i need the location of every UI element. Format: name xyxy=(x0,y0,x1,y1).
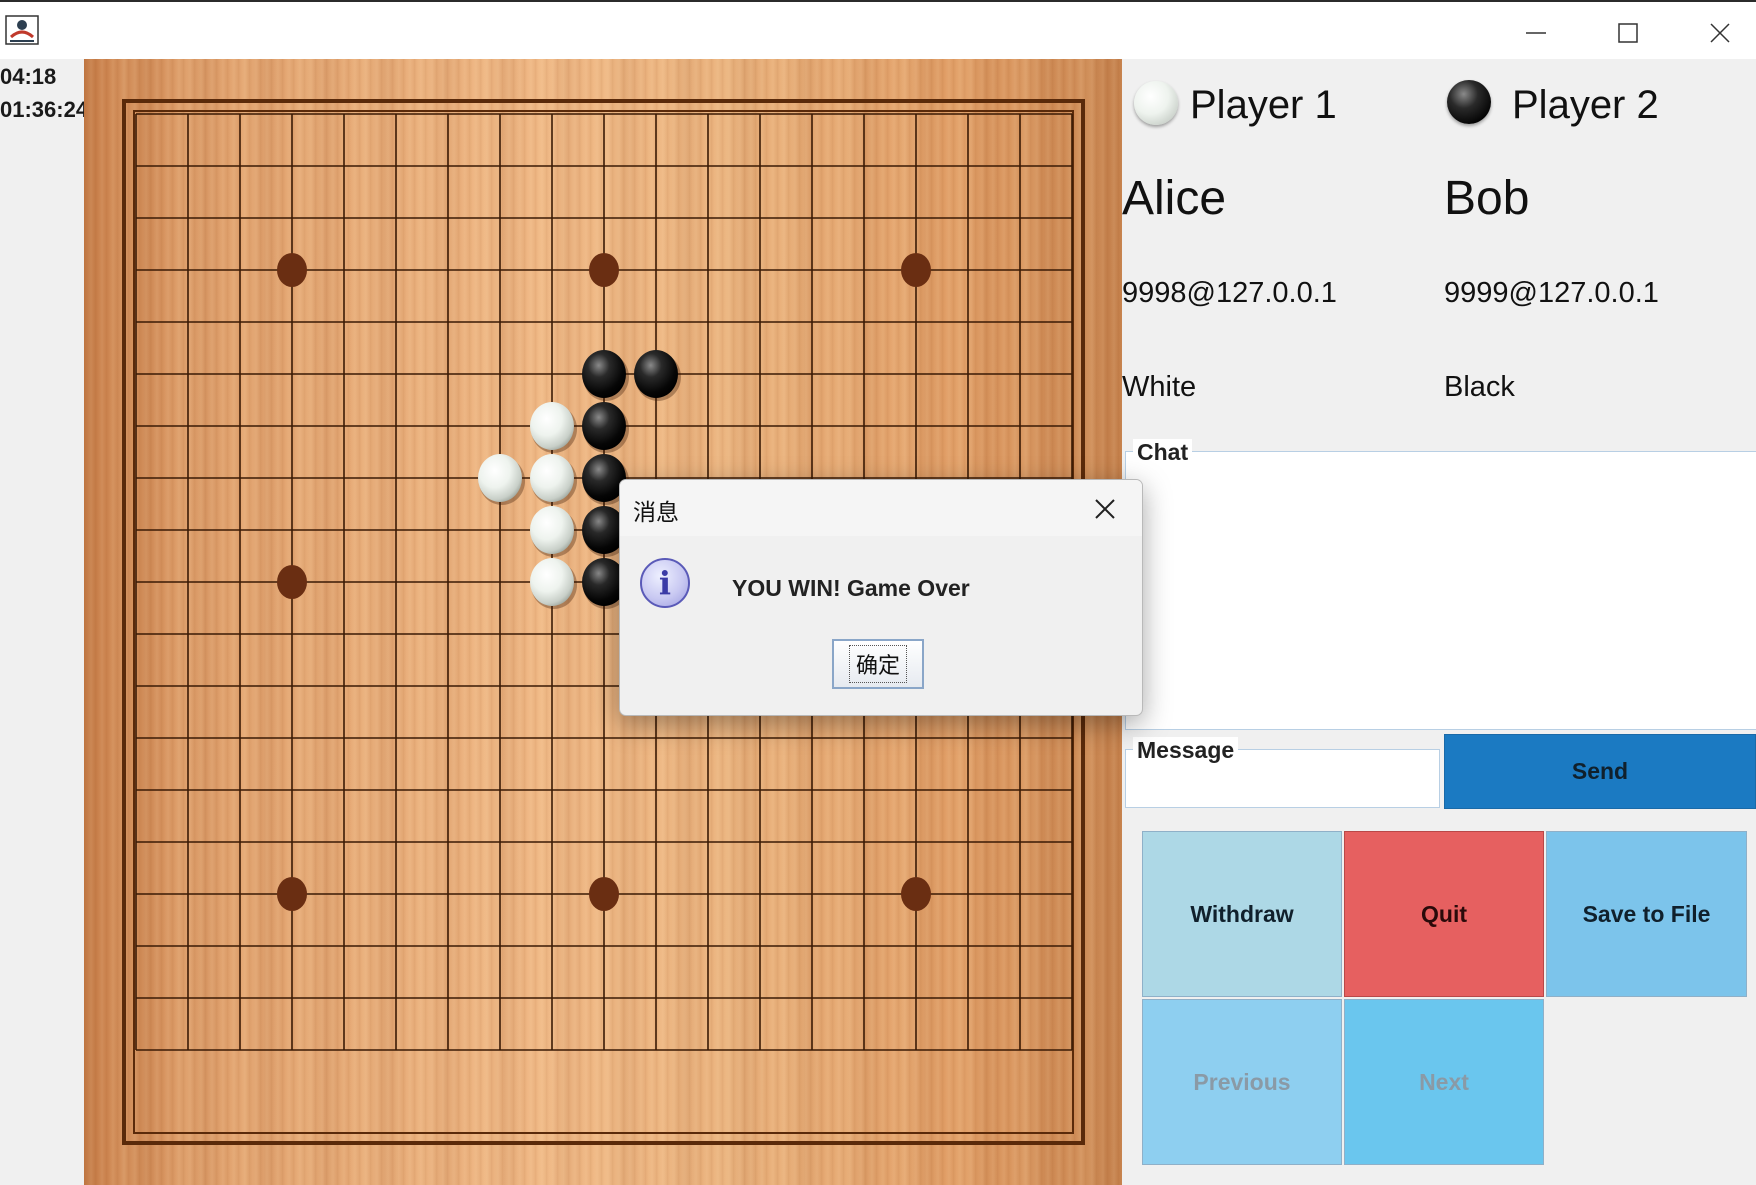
white-stone xyxy=(530,506,574,554)
dialog-titlebar: 消息 xyxy=(620,480,1142,536)
player1-address: 9998@127.0.0.1 xyxy=(1122,277,1337,309)
ok-button[interactable]: 确定 xyxy=(832,639,924,689)
player2-address: 9999@127.0.0.1 xyxy=(1444,277,1659,309)
black-stone-icon xyxy=(1447,80,1491,124)
withdraw-button[interactable]: Withdraw xyxy=(1142,831,1342,997)
black-stone xyxy=(634,350,678,398)
white-stone xyxy=(530,454,574,502)
star-point xyxy=(589,253,619,287)
message-input[interactable]: Message xyxy=(1125,737,1440,808)
chat-panel[interactable]: Chat xyxy=(1125,439,1756,730)
next-button[interactable]: Next xyxy=(1344,999,1544,1165)
chat-title: Chat xyxy=(1133,439,1193,466)
save-to-file-button[interactable]: Save to File xyxy=(1546,831,1747,997)
white-stone-icon xyxy=(1134,81,1178,125)
total-timer: 01:36:24 xyxy=(0,97,89,122)
message-title: Message xyxy=(1133,737,1239,764)
window-titlebar xyxy=(0,2,1756,59)
star-point xyxy=(277,253,307,287)
dialog-close-icon[interactable] xyxy=(1088,492,1122,526)
ok-button-label: 确定 xyxy=(848,645,907,683)
star-point xyxy=(589,877,619,911)
minimize-button[interactable] xyxy=(1490,4,1582,61)
game-timer: 04:18 xyxy=(0,64,57,89)
white-stone xyxy=(478,454,522,502)
quit-button[interactable]: Quit xyxy=(1344,831,1544,997)
player1-label: Player 1 xyxy=(1190,83,1337,127)
dialog-title: 消息 xyxy=(633,500,679,526)
star-point xyxy=(901,253,931,287)
previous-button[interactable]: Previous xyxy=(1142,999,1342,1165)
white-stone xyxy=(530,402,574,450)
star-point xyxy=(277,877,307,911)
dialog-message: YOU WIN! Game Over xyxy=(732,575,970,601)
player1-name: Alice xyxy=(1122,172,1227,225)
player2-color: Black xyxy=(1444,371,1515,403)
player2-name: Bob xyxy=(1444,172,1530,225)
info-icon: i xyxy=(640,558,690,608)
player-panel: Player 1 Player 2 Alice Bob 9998@127.0.0… xyxy=(1122,59,1756,439)
player1-color: White xyxy=(1122,371,1197,403)
star-point xyxy=(901,877,931,911)
white-stone xyxy=(530,558,574,606)
black-stone xyxy=(582,350,626,398)
black-stone xyxy=(582,402,626,450)
star-point xyxy=(277,565,307,599)
player2-label: Player 2 xyxy=(1512,83,1659,127)
maximize-button[interactable] xyxy=(1582,4,1674,61)
send-button[interactable]: Send xyxy=(1444,734,1756,809)
close-window-button[interactable] xyxy=(1674,4,1756,61)
game-over-dialog: 消息 i YOU WIN! Game Over 确定 xyxy=(619,479,1143,716)
java-app-icon[interactable] xyxy=(5,15,39,45)
